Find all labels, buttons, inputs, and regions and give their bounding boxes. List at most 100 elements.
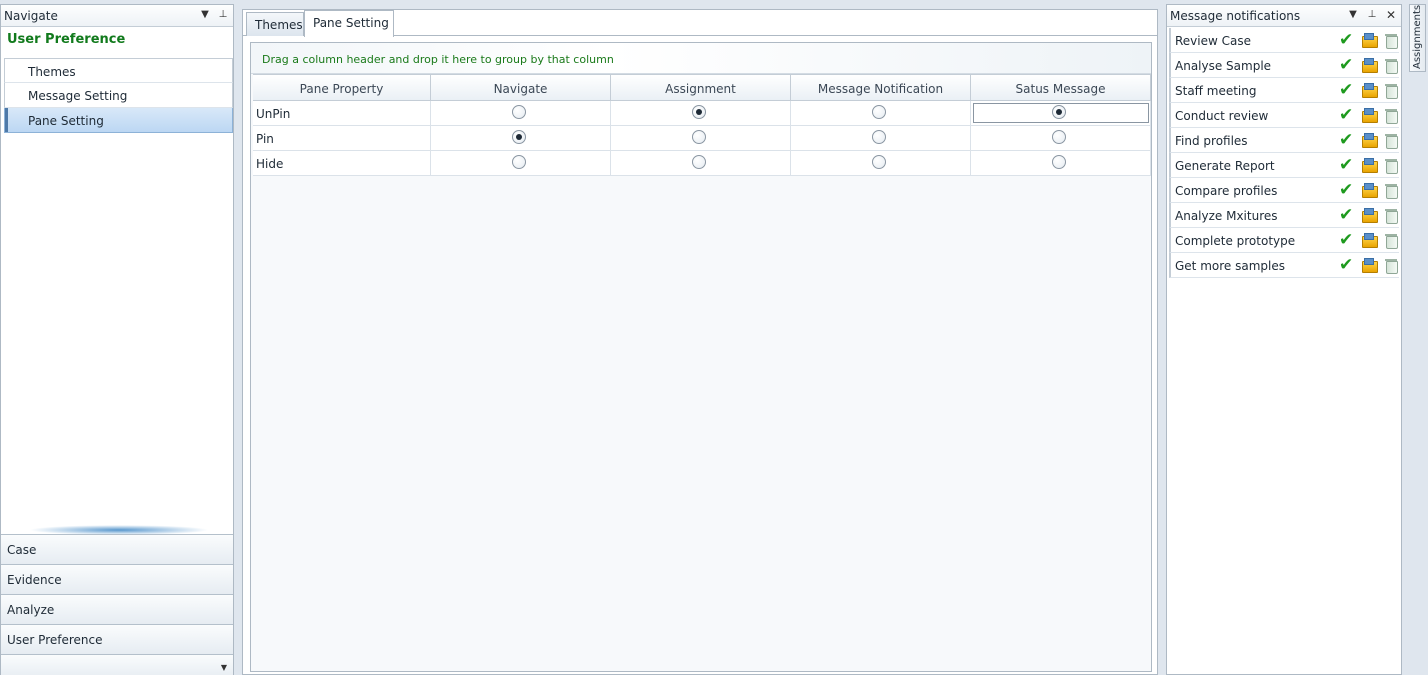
message-text: Analyze Mxitures — [1175, 209, 1278, 223]
grid-cell-focused — [971, 101, 1151, 125]
open-folder-icon[interactable] — [1361, 207, 1378, 223]
nav-section-title: User Preference — [7, 32, 126, 47]
check-icon[interactable]: ✔ — [1339, 107, 1355, 124]
list-item[interactable]: Staff meeting ✔ — [1169, 78, 1399, 103]
nav-item-label: Pane Setting — [28, 114, 104, 128]
radio-unpin-assignment[interactable] — [691, 105, 706, 119]
list-item[interactable]: Compare profiles ✔ — [1169, 178, 1399, 203]
check-icon[interactable]: ✔ — [1339, 132, 1355, 149]
message-text: Generate Report — [1175, 159, 1275, 173]
list-item[interactable]: Generate Report ✔ — [1169, 153, 1399, 178]
column-header-status-message[interactable]: Satus Message — [971, 75, 1151, 100]
radio-hide-assignment[interactable] — [691, 155, 706, 169]
nav-overflow-bar[interactable]: ▼ — [1, 654, 233, 675]
list-item[interactable]: Get more samples ✔ — [1169, 253, 1399, 278]
group-by-hint: Drag a column header and drop it here to… — [262, 53, 614, 66]
assignments-side-tab[interactable]: Assignments — [1409, 4, 1426, 72]
column-header-message-notification[interactable]: Message Notification — [791, 75, 971, 100]
recycle-bin-icon[interactable] — [1383, 132, 1399, 149]
recycle-bin-icon[interactable] — [1383, 157, 1399, 174]
recycle-bin-icon[interactable] — [1383, 182, 1399, 199]
grid-cell — [431, 101, 611, 125]
pin-icon[interactable]: ⊥ — [1366, 9, 1378, 21]
column-header-pane-property[interactable]: Pane Property — [253, 75, 431, 100]
tab-pane-setting[interactable]: Pane Setting — [304, 10, 394, 37]
check-icon[interactable]: ✔ — [1339, 32, 1355, 49]
open-folder-icon[interactable] — [1361, 107, 1378, 123]
check-icon[interactable]: ✔ — [1339, 232, 1355, 249]
document-area: Themes Pane Setting Drag a column header… — [242, 9, 1158, 675]
grid-header-row: Pane Property Navigate Assignment Messag… — [253, 74, 1151, 101]
recycle-bin-icon[interactable] — [1383, 82, 1399, 99]
radio-hide-navigate[interactable] — [511, 155, 526, 169]
close-icon[interactable]: ✕ — [1385, 9, 1397, 21]
message-list: Review Case ✔ Analyse Sample ✔ Staff meeting… — [1169, 28, 1399, 278]
tab-label: Pane Setting — [313, 16, 389, 30]
grid-cell — [431, 151, 611, 175]
nav-button-label: Analyze — [7, 603, 55, 617]
open-folder-icon[interactable] — [1361, 182, 1378, 198]
radio-hide-message-notification[interactable] — [871, 155, 886, 169]
nav-button-case[interactable]: Case — [1, 534, 233, 564]
row-label-cell: UnPin — [253, 101, 431, 125]
open-folder-icon[interactable] — [1361, 132, 1378, 148]
nav-item-themes[interactable]: Themes — [4, 58, 233, 83]
check-icon[interactable]: ✔ — [1339, 157, 1355, 174]
check-icon[interactable]: ✔ — [1339, 82, 1355, 99]
check-icon[interactable]: ✔ — [1339, 257, 1355, 274]
list-item[interactable]: Conduct review ✔ — [1169, 103, 1399, 128]
group-by-panel[interactable]: Drag a column header and drop it here to… — [251, 43, 1151, 74]
list-item[interactable]: Complete prototype ✔ — [1169, 228, 1399, 253]
table-row: UnPin — [253, 101, 1151, 126]
open-folder-icon[interactable] — [1361, 32, 1378, 48]
nav-item-message-setting[interactable]: Message Setting — [4, 83, 233, 108]
tab-label: Themes — [255, 18, 303, 32]
open-folder-icon[interactable] — [1361, 232, 1378, 248]
open-folder-icon[interactable] — [1361, 57, 1378, 73]
list-item[interactable]: Analyze Mxitures ✔ — [1169, 203, 1399, 228]
tab-strip: Themes Pane Setting — [243, 10, 1157, 37]
check-icon[interactable]: ✔ — [1339, 182, 1355, 199]
open-folder-icon[interactable] — [1361, 257, 1378, 273]
column-header-label: Pane Property — [299, 82, 384, 96]
list-item[interactable]: Find profiles ✔ — [1169, 128, 1399, 153]
radio-pin-assignment[interactable] — [691, 130, 706, 144]
chevron-down-icon[interactable]: ▼ — [199, 9, 211, 21]
row-label: Hide — [256, 157, 284, 171]
message-text: Staff meeting — [1175, 84, 1257, 98]
radio-hide-status-message[interactable] — [1051, 155, 1066, 169]
tab-themes[interactable]: Themes — [246, 12, 304, 36]
recycle-bin-icon[interactable] — [1383, 232, 1399, 249]
column-header-navigate[interactable]: Navigate — [431, 75, 611, 100]
nav-item-pane-setting[interactable]: Pane Setting — [4, 108, 233, 133]
message-text: Conduct review — [1175, 109, 1269, 123]
nav-button-user-preference[interactable]: User Preference — [1, 624, 233, 654]
recycle-bin-icon[interactable] — [1383, 107, 1399, 124]
recycle-bin-icon[interactable] — [1383, 32, 1399, 49]
open-folder-icon[interactable] — [1361, 82, 1378, 98]
recycle-bin-icon[interactable] — [1383, 207, 1399, 224]
check-icon[interactable]: ✔ — [1339, 57, 1355, 74]
recycle-bin-icon[interactable] — [1383, 257, 1399, 274]
chevron-down-icon[interactable]: ▼ — [1347, 9, 1359, 21]
radio-unpin-message-notification[interactable] — [871, 105, 886, 119]
row-label: Pin — [256, 132, 274, 146]
list-item[interactable]: Review Case ✔ — [1169, 28, 1399, 53]
message-text: Find profiles — [1175, 134, 1248, 148]
message-text: Analyse Sample — [1175, 59, 1272, 73]
radio-unpin-navigate[interactable] — [511, 105, 526, 119]
check-icon[interactable]: ✔ — [1339, 207, 1355, 224]
nav-button-evidence[interactable]: Evidence — [1, 564, 233, 594]
navigate-pane-title: Navigate — [4, 9, 58, 23]
column-header-assignment[interactable]: Assignment — [611, 75, 791, 100]
open-folder-icon[interactable] — [1361, 157, 1378, 173]
radio-pin-status-message[interactable] — [1051, 130, 1066, 144]
pin-icon[interactable]: ⊥ — [217, 9, 229, 21]
radio-unpin-status-message[interactable] — [1051, 105, 1066, 119]
chevron-down-icon[interactable]: ▼ — [221, 663, 227, 672]
radio-pin-message-notification[interactable] — [871, 130, 886, 144]
recycle-bin-icon[interactable] — [1383, 57, 1399, 74]
list-item[interactable]: Analyse Sample ✔ — [1169, 53, 1399, 78]
nav-button-analyze[interactable]: Analyze — [1, 594, 233, 624]
radio-pin-navigate[interactable] — [511, 130, 526, 144]
